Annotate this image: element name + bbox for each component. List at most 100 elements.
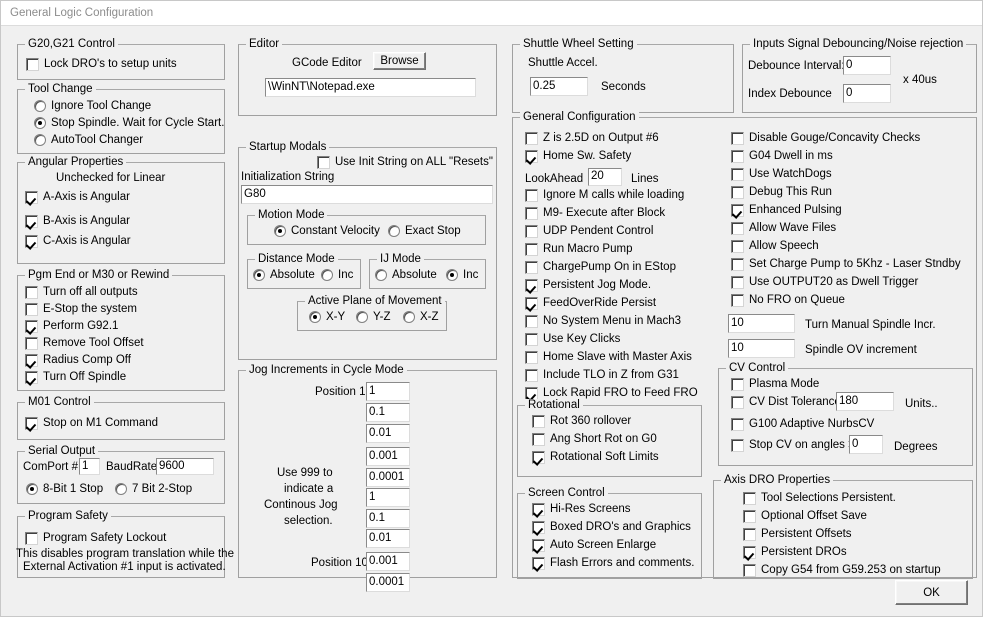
radio-circle[interactable] xyxy=(274,225,286,237)
checkbox-box[interactable] xyxy=(731,276,744,289)
checkbox-box[interactable] xyxy=(743,510,756,523)
checkbox-box[interactable] xyxy=(25,371,38,384)
checkbox-box[interactable] xyxy=(525,297,538,310)
checkbox-box[interactable] xyxy=(25,354,38,367)
radio-circle[interactable] xyxy=(446,269,458,281)
checkbox-box[interactable] xyxy=(731,132,744,145)
checkbox-box[interactable] xyxy=(25,320,38,333)
checkbox-box[interactable] xyxy=(532,433,545,446)
checkbox-box[interactable] xyxy=(743,564,756,577)
jog-increment-input-2[interactable]: 0.1 xyxy=(366,403,410,422)
jog-increment-input-10[interactable]: 0.0001 xyxy=(366,573,410,592)
index-debounce-input[interactable]: 0 xyxy=(843,84,891,103)
checkbox-box[interactable] xyxy=(731,240,744,253)
radio-label: AutoTool Changer xyxy=(51,134,144,146)
checkbox-box[interactable] xyxy=(532,557,545,570)
checkbox-label: A-Axis is Angular xyxy=(43,191,130,203)
checkbox-box[interactable] xyxy=(731,439,744,452)
checkbox-box[interactable] xyxy=(26,58,39,71)
radio-circle[interactable] xyxy=(388,225,400,237)
radio-circle[interactable] xyxy=(115,483,127,495)
baudrate-input[interactable]: 9600 xyxy=(156,458,214,475)
checkbox-box[interactable] xyxy=(525,279,538,292)
checkbox-box[interactable] xyxy=(25,337,38,350)
radio-circle[interactable] xyxy=(34,100,46,112)
lines-label: Lines xyxy=(631,173,659,185)
radio-circle[interactable] xyxy=(309,311,321,323)
checkbox-label: Perform G92.1 xyxy=(43,320,119,332)
lookahead-input[interactable]: 20 xyxy=(588,168,622,186)
checkbox-box[interactable] xyxy=(525,333,538,346)
jog-increment-input-3[interactable]: 0.01 xyxy=(366,424,410,443)
gcode-editor-path-input[interactable]: \WinNT\Notepad.exe xyxy=(265,78,476,97)
radio-circle[interactable] xyxy=(34,117,46,129)
checkbox-box[interactable] xyxy=(731,204,744,217)
checkbox-box[interactable] xyxy=(731,150,744,163)
checkbox-box[interactable] xyxy=(525,351,538,364)
checkbox-box[interactable] xyxy=(731,294,744,307)
radio-circle[interactable] xyxy=(253,269,265,281)
jog-increment-input-6[interactable]: 1 xyxy=(366,488,410,507)
checkbox-box[interactable] xyxy=(525,150,538,163)
checkbox-box[interactable] xyxy=(532,503,545,516)
checkbox-box[interactable] xyxy=(25,235,38,248)
group-g20-g21-control: G20,G21 Control Lock DRO's to setup unit… xyxy=(17,38,225,80)
checkbox-box[interactable] xyxy=(731,418,744,431)
cv-dist-tolerance-input[interactable]: 180 xyxy=(836,392,894,411)
ok-button[interactable]: OK xyxy=(895,580,968,605)
initialization-string-input[interactable]: G80 xyxy=(241,185,493,204)
radio-circle[interactable] xyxy=(403,311,415,323)
jog-increment-input-9[interactable]: 0.001 xyxy=(366,552,410,571)
checkbox-box[interactable] xyxy=(532,451,545,464)
checkbox-box[interactable] xyxy=(731,222,744,235)
checkbox-label: FeedOverRide Persist xyxy=(543,297,657,309)
checkbox-box[interactable] xyxy=(525,261,538,274)
checkbox-label: Radius Comp Off xyxy=(43,354,131,366)
checkbox-box[interactable] xyxy=(731,396,744,409)
radio-circle[interactable] xyxy=(34,134,46,146)
radio-circle[interactable] xyxy=(321,269,333,281)
checkbox-box[interactable] xyxy=(532,539,545,552)
stop-cv-angles-input[interactable]: 0 xyxy=(849,435,883,454)
checkbox-box[interactable] xyxy=(525,315,538,328)
group-m01-control: M01 Control Stop on M1 Command xyxy=(17,396,225,440)
checkbox-box[interactable] xyxy=(25,417,38,430)
checkbox-box[interactable] xyxy=(743,546,756,559)
shuttle-accel-input[interactable]: 0.25 xyxy=(530,77,588,96)
checkbox-box[interactable] xyxy=(25,286,38,299)
checkbox-box[interactable] xyxy=(743,528,756,541)
checkbox-box[interactable] xyxy=(25,303,38,316)
checkbox-box[interactable] xyxy=(25,215,38,228)
checkbox-box[interactable] xyxy=(532,415,545,428)
checkbox-box[interactable] xyxy=(731,168,744,181)
jog-increment-input-8[interactable]: 0.01 xyxy=(366,529,410,548)
checkbox-box[interactable] xyxy=(525,243,538,256)
checkbox-box[interactable] xyxy=(743,492,756,505)
checkbox-box[interactable] xyxy=(525,189,538,202)
jog-increment-input-7[interactable]: 0.1 xyxy=(366,509,410,528)
comport-input[interactable]: 1 xyxy=(79,458,100,475)
radio-circle[interactable] xyxy=(26,483,38,495)
jog-increment-input-1[interactable]: 1 xyxy=(366,382,410,401)
radio-circle[interactable] xyxy=(356,311,368,323)
checkbox-box[interactable] xyxy=(525,225,538,238)
browse-button[interactable]: Browse xyxy=(373,52,426,70)
checkbox-box[interactable] xyxy=(25,532,38,545)
jog-increment-input-4[interactable]: 0.001 xyxy=(366,447,410,466)
checkbox-box[interactable] xyxy=(731,186,744,199)
jog-increment-input-5[interactable]: 0.0001 xyxy=(366,468,410,487)
debounce-interval-input[interactable]: 0 xyxy=(843,56,891,75)
turn-manual-spindle-incr-input[interactable]: 10 xyxy=(728,314,795,333)
radio-circle[interactable] xyxy=(375,269,387,281)
checkbox-box[interactable] xyxy=(731,378,744,391)
checkbox-box[interactable] xyxy=(525,132,538,145)
checkbox-label: G04 Dwell in ms xyxy=(749,150,833,162)
spindle-ov-increment-input[interactable]: 10 xyxy=(728,339,795,358)
checkbox-box[interactable] xyxy=(525,207,538,220)
checkbox-box[interactable] xyxy=(317,156,330,169)
checkbox-box[interactable] xyxy=(525,369,538,382)
initialization-string-label: Initialization String xyxy=(241,171,335,183)
checkbox-box[interactable] xyxy=(25,191,38,204)
checkbox-box[interactable] xyxy=(532,521,545,534)
checkbox-box[interactable] xyxy=(731,258,744,271)
